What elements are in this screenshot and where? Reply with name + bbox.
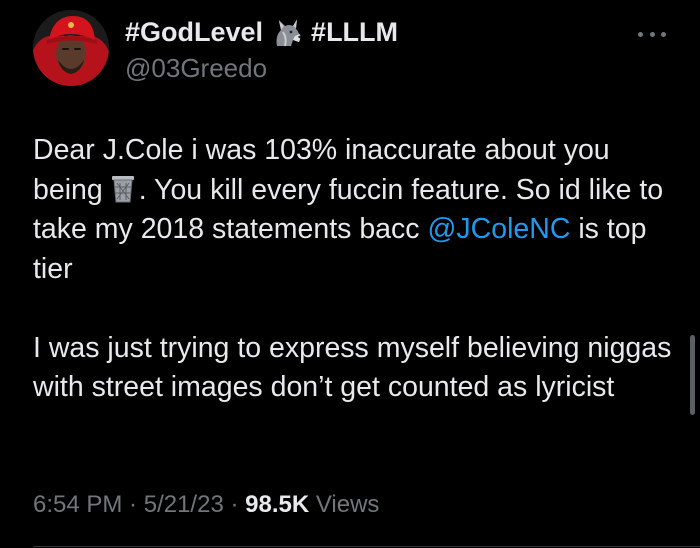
views-label: Views (309, 491, 380, 518)
tweet-paragraph-1: Dear J.Cole i was 103% inaccurate about … (33, 131, 673, 289)
tweet: #GodLevel #LLLM @03Greedo Dear J.Cole i … (0, 0, 700, 548)
meta-separator: · (122, 491, 144, 518)
scrollbar[interactable] (690, 335, 695, 415)
display-name-part1: #GodLevel (125, 16, 264, 47)
more-horizontal-icon (638, 31, 643, 37)
divider (33, 546, 700, 547)
tweet-metadata: 6:54 PM · 5/21/23 · 98.5K Views (33, 491, 379, 519)
avatar[interactable] (33, 10, 109, 86)
avatar-image (33, 10, 109, 86)
more-dot (649, 31, 655, 37)
tweet-text: Dear J.Cole i was 103% inaccurate about … (33, 131, 673, 408)
wolf-emoji-icon (271, 16, 303, 48)
display-name[interactable]: #GodLevel #LLLM (125, 14, 398, 50)
wastebasket-emoji-icon (109, 173, 137, 203)
mention-link[interactable]: @JColeNC (427, 213, 570, 245)
meta-separator: · (223, 491, 246, 518)
more-dot (661, 31, 666, 37)
user-handle[interactable]: @03Greedo (125, 53, 267, 84)
display-name-part2: #LLLM (311, 16, 399, 47)
tweet-paragraph-2: I was just trying to express myself beli… (33, 331, 672, 404)
tweet-time[interactable]: 6:54 PM (33, 491, 122, 518)
more-options-button[interactable] (638, 24, 666, 44)
views-count: 98.5K (245, 491, 310, 518)
tweet-date[interactable]: 5/21/23 (144, 491, 224, 518)
